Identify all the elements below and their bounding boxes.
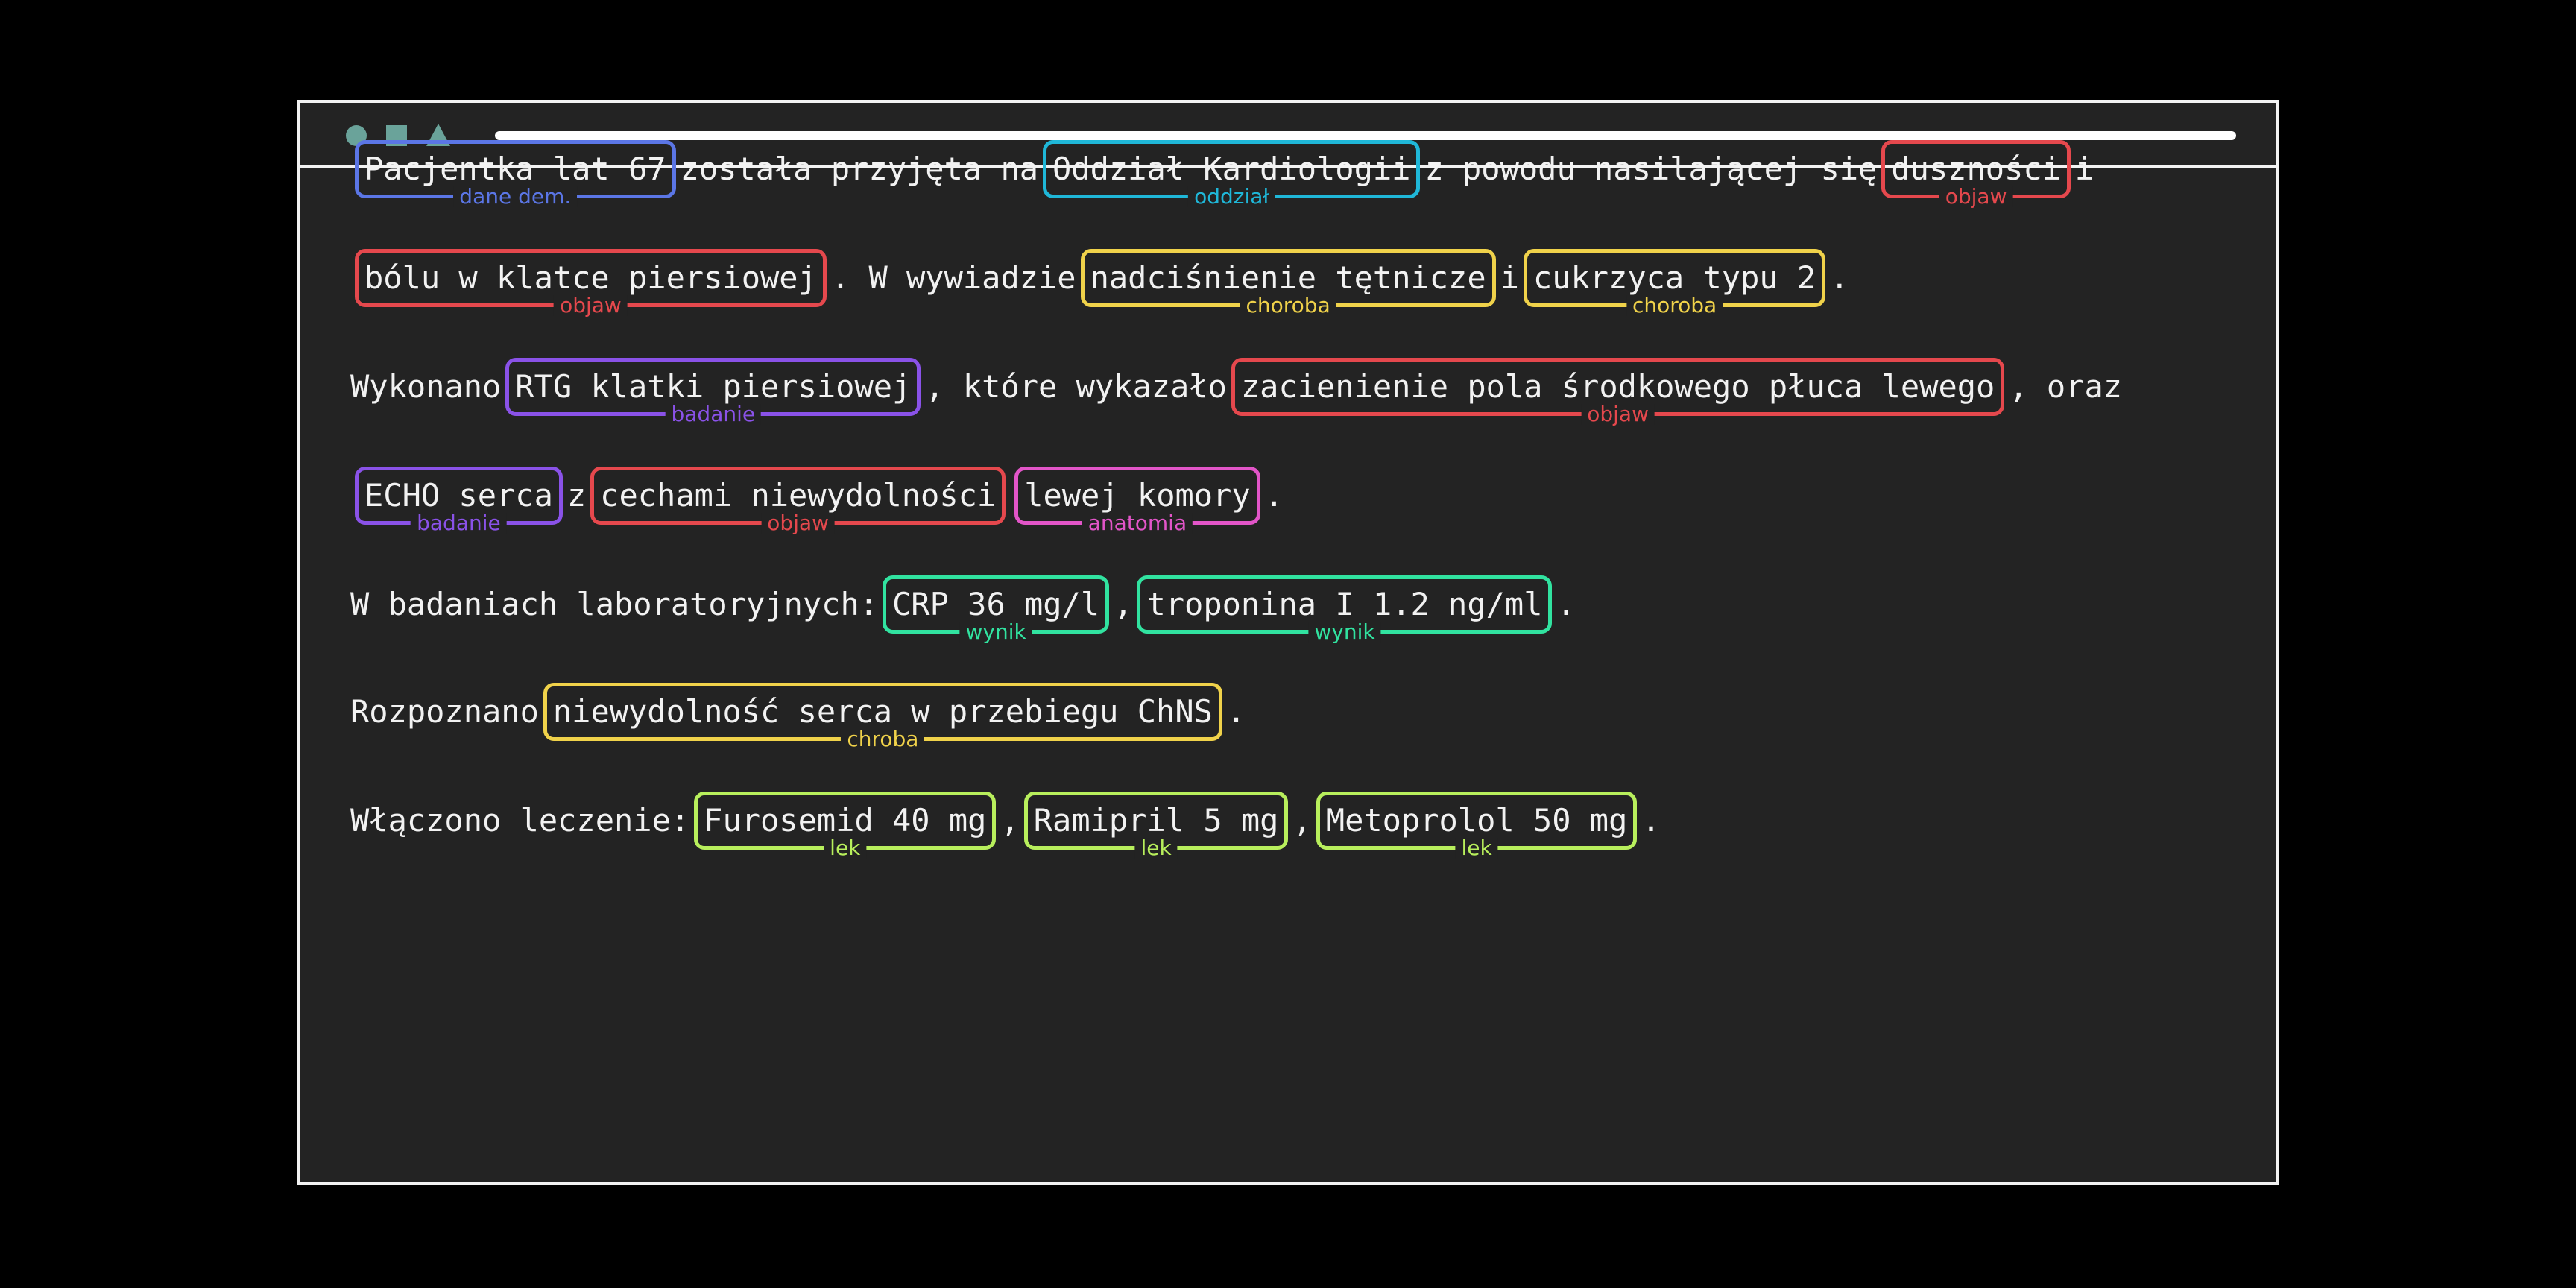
entity-wynik[interactable]: CRP 36 mg/l wynik [883,575,1110,643]
entity-label: lek [1455,838,1498,859]
entity-choroba[interactable]: nadciśnienie tętnicze choroba [1080,249,1496,316]
entity-text: lewej komory [1024,477,1251,514]
entity-dane-dem[interactable]: Pacjentka lat 67 dane dem. [355,140,676,207]
entity-objaw[interactable]: duszności objaw [1881,140,2071,207]
entity-label: choroba [1626,295,1723,316]
text-line: Włączono leczenie: Furosemid 40 mg lek, Ram… [350,792,1661,859]
plain-text: . W wywiadzie [830,259,1076,296]
entity-label: objaw [554,295,628,316]
entity-label: badanie [411,513,507,534]
entity-choroba[interactable]: cukrzyca typu 2 choroba [1523,249,1826,316]
plain-text: , [1000,802,1020,839]
entity-objaw[interactable]: zacienienie pola środkowego płuca lewego… [1231,358,2005,425]
entity-label: objaw [1939,186,2013,207]
entity-text: Ramipril 5 mg [1033,802,1279,839]
plain-text: . [1830,259,1849,296]
entity-label: choroba [1240,295,1336,316]
entity-text: CRP 36 mg/l [892,586,1100,622]
entity-label: anatomia [1082,513,1193,534]
text-line: W badaniach laboratoryjnych: CRP 36 mg/l w… [350,575,1576,643]
plain-text: . [1556,586,1576,622]
entity-lek[interactable]: Metoprolol 50 mg lek [1316,792,1638,859]
entity-text: Metoprolol 50 mg [1325,802,1628,839]
entity-text: troponina I 1.2 ng/ml [1146,586,1543,622]
entity-label: lek [1134,838,1178,859]
plain-text: W badaniach laboratoryjnych: [350,586,879,622]
entity-oddział[interactable]: Oddział Kardiologii oddział [1043,140,1421,207]
entity-objaw[interactable]: cechami niewydolności objaw [590,467,1006,534]
entity-label: objaw [761,513,836,534]
entity-label: dane dem. [453,186,578,207]
plain-text: Rozpoznano [350,693,539,730]
entity-chroba[interactable]: niewydolność serca w przebiegu ChNS chrob… [543,683,1222,750]
entity-text: Oddział Kardiologii [1052,151,1411,187]
entity-label: oddział [1188,186,1275,207]
plain-text: . [1641,802,1661,839]
entity-objaw[interactable]: bólu w klatce piersiowej objaw [355,249,827,316]
plain-text: , które wykazało [925,368,1227,405]
entity-text: ECHO serca [364,477,553,514]
plain-text: , [1114,586,1133,622]
plain-text: z powodu nasilającej się [1424,151,1878,187]
app-window: Pacjentka lat 67 dane dem. została przyjęt… [297,100,2279,1185]
entity-badanie[interactable]: ECHO serca badanie [355,467,563,534]
entity-text: niewydolność serca w przebiegu ChNS [552,693,1213,730]
entity-label: wynik [1308,622,1381,643]
entity-text: bólu w klatce piersiowej [364,259,817,296]
entity-lek[interactable]: Furosemid 40 mg lek [694,792,997,859]
entity-label: lek [824,838,867,859]
plain-text: została przyjęta na [680,151,1039,187]
entity-text: Pacjentka lat 67 [364,151,666,187]
text-line: ECHO serca badanie z cechami niewydolności o… [350,467,1284,534]
text-line: Wykonano RTG klatki piersiowej badanie, kt… [350,358,2123,425]
entity-text: Furosemid 40 mg [704,802,987,839]
entity-wynik[interactable]: troponina I 1.2 ng/ml wynik [1137,575,1553,643]
plain-text: i [2074,151,2094,187]
entity-text: duszności [1891,151,2061,187]
entity-text: zacienienie pola środkowego płuca lewego [1240,368,1995,405]
plain-text: , [1292,802,1312,839]
plain-text: . [1226,693,1246,730]
entity-anatomia[interactable]: lewej komory anatomia [1014,467,1260,534]
entity-label: wynik [959,622,1032,643]
entity-badanie[interactable]: RTG klatki piersiowej badanie [505,358,921,425]
annotated-text: Pacjentka lat 67 dane dem. została przyjęt… [300,140,2276,1182]
entity-text: cukrzyca typu 2 [1532,259,1816,296]
text-line: Rozpoznano niewydolność serca w przebiegu… [350,683,1246,750]
plain-text: i [1500,259,1519,296]
entity-text: nadciśnienie tętnicze [1090,259,1486,296]
text-line: Pacjentka lat 67 dane dem. została przyjęt… [350,140,2094,207]
plain-text: . [1264,477,1284,514]
text-line: bólu w klatce piersiowej objaw. W wywiadz… [350,249,1849,316]
plain-text: Włączono leczenie: [350,802,690,839]
entity-label: badanie [665,404,762,425]
entity-text: RTG klatki piersiowej [515,368,912,405]
address-bar[interactable] [495,131,2236,140]
plain-text: Wykonano [350,368,502,405]
plain-text: , oraz [2009,368,2123,405]
plain-text: z [566,477,587,514]
entity-lek[interactable]: Ramipril 5 mg lek [1023,792,1289,859]
entity-label: chroba [841,729,925,750]
entity-label: objaw [1581,404,1655,425]
entity-text: cechami niewydolności [600,477,997,514]
